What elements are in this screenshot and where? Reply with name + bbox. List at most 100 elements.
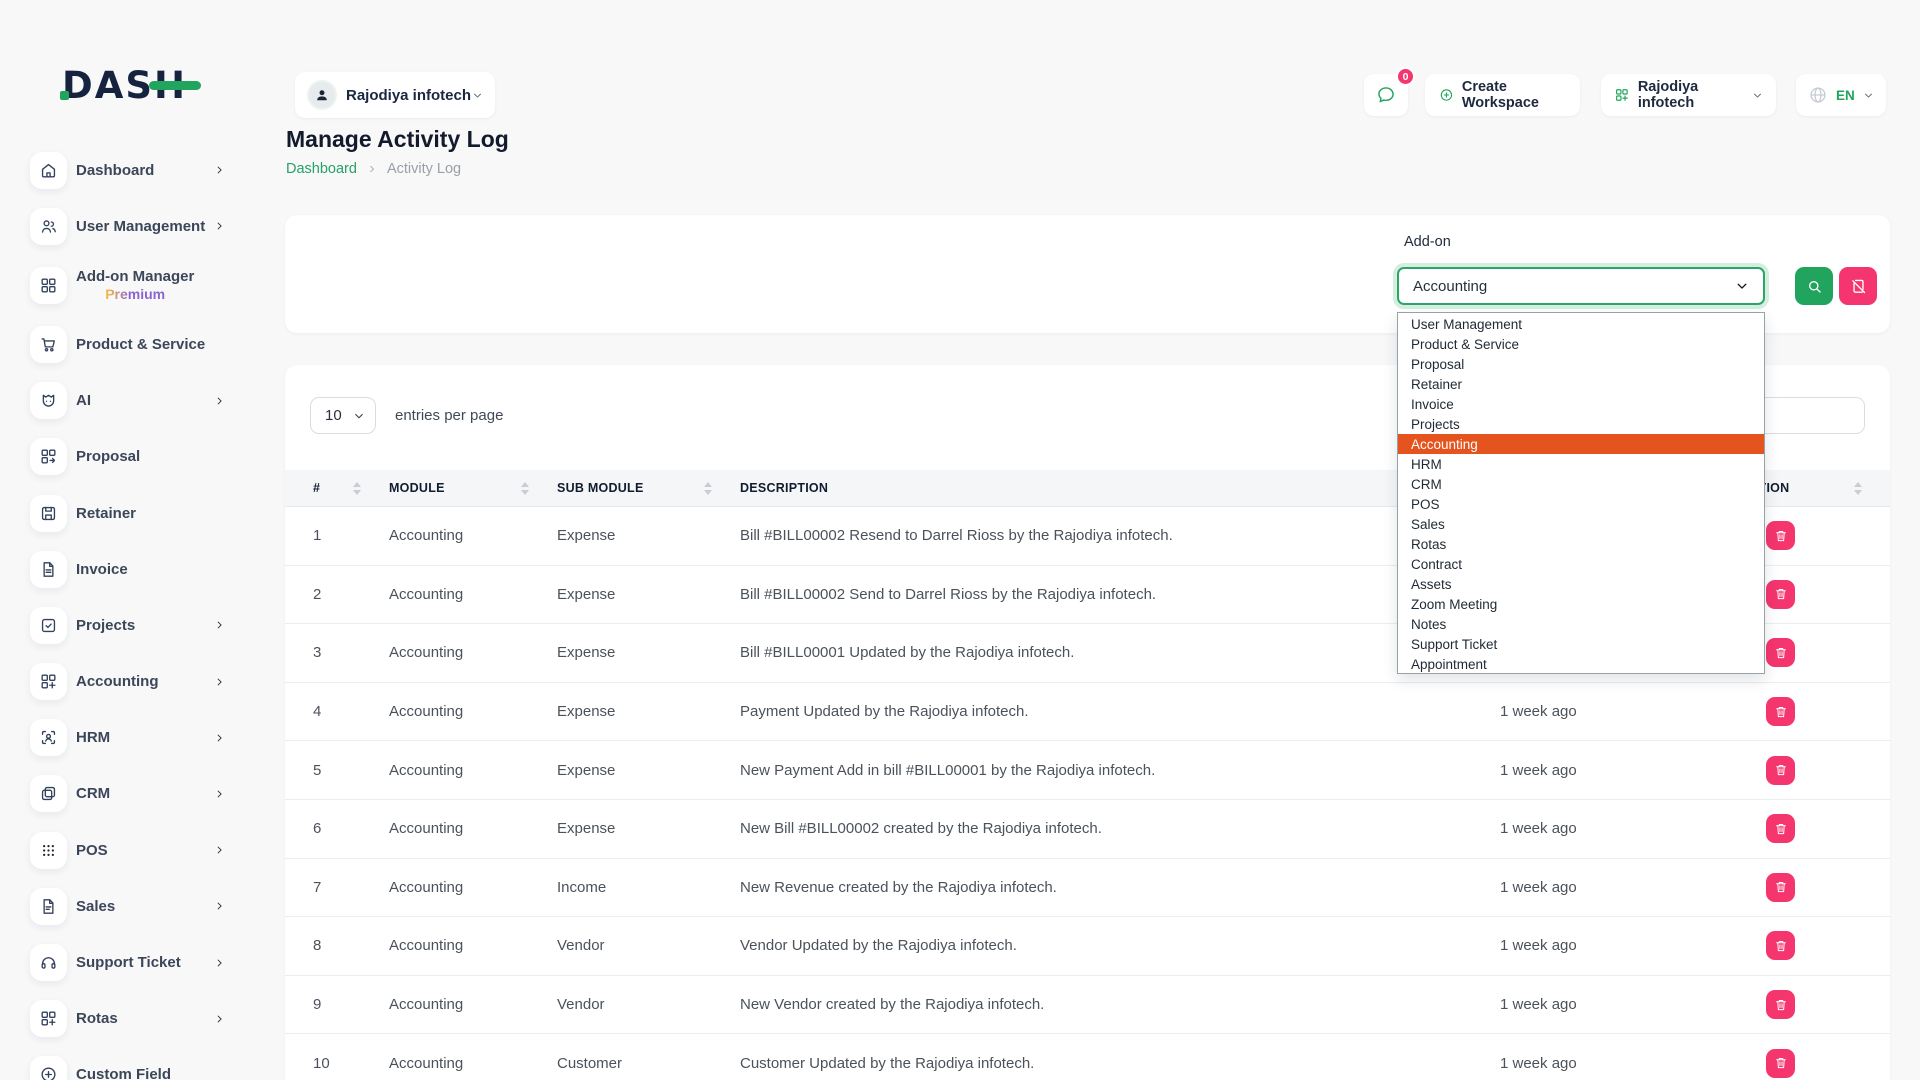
sidebar-item-invoice[interactable]: Invoice (0, 541, 285, 597)
breadcrumb-dashboard-link[interactable]: Dashboard (286, 161, 357, 177)
sidebar-item-sales[interactable]: Sales (0, 878, 285, 934)
trash-icon (1774, 822, 1788, 836)
delete-button[interactable] (1766, 931, 1795, 960)
workspace-selector[interactable]: Rajodiya infotech (295, 72, 495, 118)
globe-icon (1808, 85, 1828, 105)
addon-option-zoom-meeting[interactable]: Zoom Meeting (1398, 595, 1764, 615)
addon-option-hrm[interactable]: HRM (1398, 454, 1764, 474)
delete-button[interactable] (1766, 990, 1795, 1019)
sidebar-item-hrm[interactable]: HRM (0, 710, 285, 766)
person-icon (313, 86, 331, 104)
sidebar-item-pos[interactable]: POS (0, 822, 285, 878)
cell-number: 2 (313, 586, 389, 603)
table-row: 9AccountingVendorNew Vendor created by t… (285, 976, 1890, 1035)
clear-filter-icon (1850, 278, 1867, 295)
sidebar-item-product-service[interactable]: Product & Service (0, 316, 285, 372)
delete-button[interactable] (1766, 756, 1795, 785)
sidebar-item-label: Sales (76, 898, 115, 915)
sidebar-item-label: HRM (76, 729, 110, 746)
cell-module: Accounting (389, 937, 557, 954)
cell-module: Accounting (389, 1055, 557, 1072)
addon-option-invoice[interactable]: Invoice (1398, 394, 1764, 414)
delete-button[interactable] (1766, 873, 1795, 902)
addon-option-pos[interactable]: POS (1398, 494, 1764, 514)
delete-button[interactable] (1766, 580, 1795, 609)
hrm-icon (30, 719, 67, 756)
sidebar-item-projects[interactable]: Projects (0, 597, 285, 653)
addon-option-product-service[interactable]: Product & Service (1398, 334, 1764, 354)
sidebar-item-label: Dashboard (76, 162, 154, 179)
column-header-description[interactable]: DESCRIPTION (740, 481, 1500, 495)
delete-button[interactable] (1766, 1049, 1795, 1078)
trash-icon (1774, 705, 1788, 719)
cell-date: 1 week ago (1500, 996, 1740, 1013)
search-icon (1806, 278, 1823, 295)
cell-description: Vendor Updated by the Rajodiya infotech. (740, 937, 1500, 954)
addon-option-accounting[interactable]: Accounting (1398, 434, 1764, 454)
entries-per-page-select[interactable]: 10 (310, 397, 376, 434)
sidebar-item-ai[interactable]: AI (0, 373, 285, 429)
addon-option-support-ticket[interactable]: Support Ticket (1398, 635, 1764, 655)
trash-icon (1774, 646, 1788, 660)
addon-option-retainer[interactable]: Retainer (1398, 374, 1764, 394)
accounting-icon (30, 663, 67, 700)
column-header-[interactable]: # (313, 481, 389, 495)
pos-icon (30, 832, 67, 869)
sidebar-item-label: Product & Service (76, 336, 205, 353)
delete-button[interactable] (1766, 697, 1795, 726)
sidebar-item-accounting[interactable]: Accounting (0, 654, 285, 710)
home-icon (30, 152, 67, 189)
sidebar-item-crm[interactable]: CRM (0, 766, 285, 822)
sidebar-item-support-ticket[interactable]: Support Ticket (0, 934, 285, 990)
cell-date: 1 week ago (1500, 762, 1740, 779)
sidebar-item-rotas[interactable]: Rotas (0, 991, 285, 1047)
cell-description: Bill #BILL00001 Updated by the Rajodiya … (740, 644, 1500, 661)
delete-button[interactable] (1766, 814, 1795, 843)
messenger-button[interactable]: 0 (1364, 74, 1408, 116)
addon-option-proposal[interactable]: Proposal (1398, 354, 1764, 374)
sidebar-item-label: Custom Field (76, 1066, 171, 1080)
cell-number: 5 (313, 762, 389, 779)
filter-reset-button[interactable] (1839, 267, 1877, 305)
addon-option-projects[interactable]: Projects (1398, 414, 1764, 434)
sidebar-item-user-management[interactable]: User Management (0, 198, 285, 254)
filter-search-button[interactable] (1795, 267, 1833, 305)
app-logo[interactable]: DASH (62, 64, 187, 107)
addon-option-contract[interactable]: Contract (1398, 555, 1764, 575)
addon-selected-value: Accounting (1413, 278, 1487, 295)
cell-module: Accounting (389, 703, 557, 720)
addon-option-user-management[interactable]: User Management (1398, 314, 1764, 334)
delete-button[interactable] (1766, 638, 1795, 667)
addon-option-assets[interactable]: Assets (1398, 575, 1764, 595)
create-workspace-button[interactable]: Create Workspace (1425, 74, 1580, 116)
addon-option-crm[interactable]: CRM (1398, 474, 1764, 494)
sidebar-item-dashboard[interactable]: Dashboard (0, 142, 285, 198)
entries-per-page-label: entries per page (395, 407, 503, 424)
cell-module: Accounting (389, 996, 557, 1013)
delete-button[interactable] (1766, 521, 1795, 550)
logo-dash-accent (149, 81, 201, 90)
addon-option-sales[interactable]: Sales (1398, 514, 1764, 534)
sidebar-item-retainer[interactable]: Retainer (0, 485, 285, 541)
column-header-module[interactable]: MODULE (389, 481, 557, 495)
chevron-right-icon (214, 1013, 225, 1024)
cell-description: New Revenue created by the Rajodiya info… (740, 879, 1500, 896)
addon-option-rotas[interactable]: Rotas (1398, 535, 1764, 555)
cell-description: Bill #BILL00002 Send to Darrel Rioss by … (740, 586, 1500, 603)
addon-select[interactable]: Accounting (1397, 267, 1765, 305)
org-switcher[interactable]: Rajodiya infotech (1601, 74, 1776, 116)
cell-number: 9 (313, 996, 389, 1013)
addon-option-notes[interactable]: Notes (1398, 615, 1764, 635)
cell-module: Accounting (389, 879, 557, 896)
addon-option-appointment[interactable]: Appointment (1398, 655, 1764, 675)
cell-description: New Vendor created by the Rajodiya infot… (740, 996, 1500, 1013)
sidebar-item-custom-field[interactable]: Custom Field (0, 1047, 285, 1080)
sidebar-item-label: Rotas (76, 1010, 118, 1027)
cell-number: 1 (313, 527, 389, 544)
sidebar-item-proposal[interactable]: Proposal (0, 429, 285, 485)
cell-action (1740, 697, 1890, 726)
language-selector[interactable]: EN (1796, 74, 1886, 116)
column-header-sub-module[interactable]: SUB MODULE (557, 481, 740, 495)
sidebar-item-add-on-manager[interactable]: Add-on ManagerPremium (0, 254, 285, 316)
cell-date: 1 week ago (1500, 1055, 1740, 1072)
